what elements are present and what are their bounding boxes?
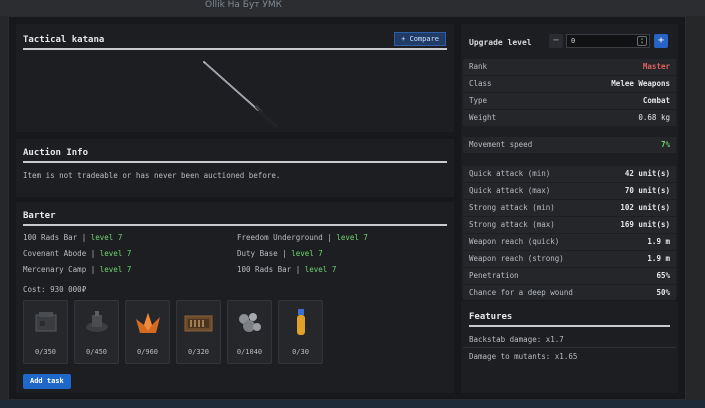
scrap-metal-icon <box>239 313 261 332</box>
stat-row-weapon-reach-quick: Weapon reach (quick) 1.9 m <box>463 234 676 250</box>
material-slot[interactable]: 0/320 <box>176 300 221 364</box>
material-qty: 0/350 <box>34 348 57 356</box>
auction-title: Auction Info <box>23 148 447 163</box>
upgrade-level-label: Upgrade level <box>469 38 532 47</box>
material-qty: 0/450 <box>85 348 108 356</box>
stat-row-class: Class Melee Weapons <box>463 76 676 92</box>
barter-trader: Freedom Underground | level 7 <box>237 233 368 242</box>
material-slot[interactable]: 0/30 <box>278 300 323 364</box>
vial-icon <box>297 309 305 335</box>
material-qty: 0/960 <box>136 348 159 356</box>
stat-row-strong-attack-min: Strong attack (min) 102 unit(s) <box>463 200 676 216</box>
stats-panel: Upgrade level − 0 ▴ ▾ + Rank Master Class M… <box>461 24 678 300</box>
add-task-button[interactable]: Add task <box>23 374 71 389</box>
stat-row-penetration: Penetration 65% <box>463 268 676 284</box>
barter-trader: Covenant Abode | level 7 <box>23 249 132 258</box>
stat-row-deep-wound: Chance for a deep wound 50% <box>463 285 676 300</box>
feature-item: Backstab damage: x1.7 <box>469 335 564 344</box>
item-panel: Tactical katana + Compare <box>16 24 454 132</box>
stat-row-strong-attack-max: Strong attack (max) 169 unit(s) <box>463 217 676 233</box>
material-slot[interactable]: 0/350 <box>23 300 68 364</box>
barter-trader: 100 Rads Bar | level 7 <box>237 265 337 274</box>
feature-item: Damage to mutants: x1.65 <box>469 352 578 361</box>
katana-image <box>203 61 278 128</box>
stat-row-quick-attack-min: Quick attack (min) 42 unit(s) <box>463 166 676 182</box>
upgrade-increase-button[interactable]: + <box>654 34 668 48</box>
background-bottom-strip <box>0 400 705 408</box>
auction-info-text: Item is not tradeable or has never been … <box>23 171 281 180</box>
features-panel: Features Backstab damage: x1.7 Damage to… <box>461 301 678 393</box>
material-slot[interactable]: 0/450 <box>74 300 119 364</box>
auction-panel: Auction Info Item is not tradeable or ha… <box>16 139 454 197</box>
barter-cost: Cost: 930 000₽ <box>23 285 87 294</box>
ammo-crate-icon <box>184 315 213 332</box>
material-qty: 0/1040 <box>236 348 263 356</box>
features-title: Features <box>469 312 670 327</box>
item-name: Tactical katana <box>23 35 447 50</box>
material-slot[interactable]: 0/960 <box>125 300 170 364</box>
upgrade-decrease-button[interactable]: − <box>549 34 563 48</box>
barter-trader: 100 Rads Bar | level 7 <box>23 233 123 242</box>
spinner-icon[interactable]: ▴ ▾ <box>637 36 647 46</box>
item-details-modal: Tactical katana + Compare Auction Info I… <box>8 16 686 400</box>
stat-row-type: Type Combat <box>463 93 676 109</box>
mechanism-part-icon <box>86 311 108 332</box>
barter-title: Barter <box>23 211 447 226</box>
barter-trader: Duty Base | level 7 <box>237 249 323 258</box>
compare-button[interactable]: + Compare <box>394 32 446 46</box>
material-qty: 0/320 <box>187 348 210 356</box>
material-qty: 0/30 <box>292 348 309 356</box>
metal-box-icon <box>35 312 57 332</box>
barter-panel: Barter 100 Rads Bar | level 7 Freedom Un… <box>16 202 454 393</box>
background-chat-strip: Ollik На Бут УМК <box>0 0 705 16</box>
background-chat-text: Ollik На Бут УМК <box>205 0 283 10</box>
stat-row-weapon-reach-strong: Weapon reach (strong) 1.9 m <box>463 251 676 267</box>
stat-row-movement-speed: Movement speed 7% <box>463 137 676 153</box>
stat-row-quick-attack-max: Quick attack (max) 70 unit(s) <box>463 183 676 199</box>
orange-crystal-icon <box>136 313 160 333</box>
divider <box>463 347 676 348</box>
stat-row-weight: Weight 0.68 kg <box>463 110 676 126</box>
stat-row-rank: Rank Master <box>463 59 676 75</box>
material-slot[interactable]: 0/1040 <box>227 300 272 364</box>
barter-trader: Mercenary Camp | level 7 <box>23 265 132 274</box>
